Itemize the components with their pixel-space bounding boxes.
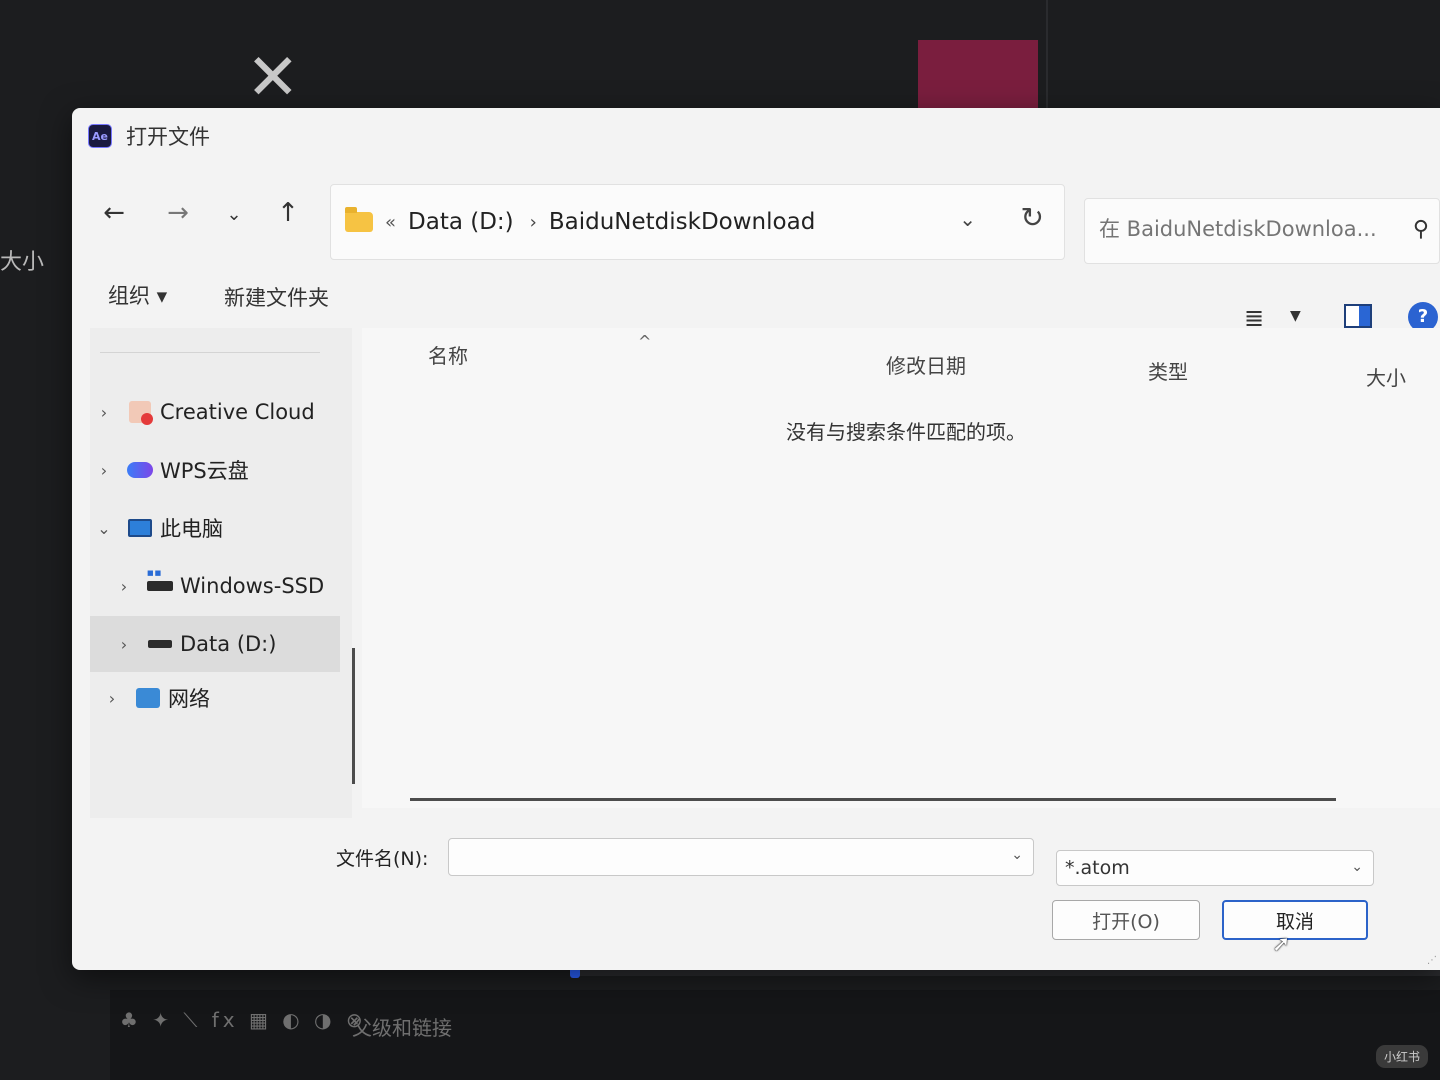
breadcrumb-data-drive[interactable]: Data (D:) xyxy=(408,209,514,235)
sort-ascending-icon: ^ xyxy=(638,332,652,351)
column-header-date[interactable]: 修改日期 xyxy=(886,350,966,379)
search-icon[interactable]: ⚲ xyxy=(1413,217,1429,242)
sidebar-item-windows-ssd[interactable]: › Windows-SSD xyxy=(90,558,340,614)
network-icon xyxy=(134,686,162,710)
drive-icon xyxy=(146,632,174,656)
view-caret-icon[interactable]: ▼ xyxy=(1290,308,1301,324)
sidebar-item-label: 网络 xyxy=(168,687,210,711)
filename-input[interactable] xyxy=(459,845,999,869)
after-effects-icon: Ae xyxy=(88,124,112,148)
empty-results-message: 没有与搜索条件匹配的项。 xyxy=(786,420,1026,444)
bg-close-icon[interactable]: ✕ xyxy=(246,46,300,110)
chevron-right-icon[interactable]: › xyxy=(110,635,138,654)
sidebar-item-this-pc[interactable]: ⌄ 此电脑 xyxy=(90,500,340,556)
sidebar-divider xyxy=(100,352,320,353)
sidebar-item-label: 此电脑 xyxy=(160,517,223,541)
sidebar-item-label: Data (D:) xyxy=(180,632,277,656)
watermark: 小红书 xyxy=(1375,1045,1428,1068)
bg-divider xyxy=(1046,0,1048,120)
breadcrumb-separator-icon[interactable]: › xyxy=(530,212,537,233)
search-box[interactable]: ⚲ xyxy=(1084,198,1440,264)
address-bar[interactable]: « Data (D:) › BaiduNetdiskDownload ⌄ ↻ xyxy=(330,184,1065,260)
drive-icon xyxy=(146,569,174,598)
filetype-select[interactable]: *.atom ⌄ xyxy=(1056,850,1374,886)
cloud-icon xyxy=(126,458,154,482)
sidebar-item-label: Creative Cloud xyxy=(160,400,315,424)
recent-locations-button[interactable]: ⌄ xyxy=(214,204,254,225)
creative-cloud-icon xyxy=(126,400,154,425)
navigation-bar: ← → ⌄ ↑ « Data (D:) › BaiduNetdiskDownlo… xyxy=(72,180,1440,264)
chevron-right-icon[interactable]: › xyxy=(90,461,118,480)
sidebar-item-network[interactable]: › 网络 xyxy=(90,670,340,726)
mouse-cursor-icon: ➚ xyxy=(1272,932,1291,957)
chevron-right-icon[interactable]: › xyxy=(98,689,126,708)
resize-grip-icon[interactable]: ⋰ xyxy=(1427,955,1437,966)
open-file-dialog: Ae 打开文件 ← → ⌄ ↑ « Data (D:) › BaiduNetdi… xyxy=(72,108,1440,970)
column-header-size[interactable]: 大小 xyxy=(1366,362,1406,391)
folder-icon xyxy=(345,207,373,232)
search-input[interactable] xyxy=(1099,217,1389,241)
sidebar-item-label: Windows-SSD xyxy=(180,574,325,598)
chevron-down-icon[interactable]: ⌄ xyxy=(1351,859,1363,875)
back-button[interactable]: ← xyxy=(94,198,134,228)
new-folder-button[interactable]: 新建文件夹 xyxy=(224,282,329,312)
chevron-down-icon[interactable]: ⌄ xyxy=(90,519,118,538)
chevron-right-icon[interactable]: › xyxy=(90,403,118,422)
sidebar-item-creative-cloud[interactable]: › Creative Cloud xyxy=(90,384,340,440)
refresh-icon[interactable]: ↻ xyxy=(1021,201,1044,234)
cancel-button[interactable]: 取消 xyxy=(1222,900,1368,940)
sidebar-item-label: WPS云盘 xyxy=(160,459,249,483)
command-toolbar: 组织 ▾ 新建文件夹 ≣ ▼ ? xyxy=(72,268,1440,332)
filename-label: 文件名(N): xyxy=(336,848,429,870)
dialog-titlebar: Ae 打开文件 xyxy=(72,108,1440,164)
horizontal-scrollbar[interactable] xyxy=(410,798,1336,801)
address-dropdown-icon[interactable]: ⌄ xyxy=(959,207,976,231)
bg-parent-link-label: 父级和链接 xyxy=(352,1016,452,1040)
organize-button[interactable]: 组织 ▾ xyxy=(108,280,167,310)
bg-size-label: 大小 xyxy=(0,250,45,275)
sidebar-scrollbar[interactable] xyxy=(352,648,355,784)
sidebar-item-data-drive[interactable]: › Data (D:) xyxy=(90,616,340,672)
chevron-down-icon[interactable]: ⌄ xyxy=(1011,847,1023,863)
up-button[interactable]: ↑ xyxy=(268,198,308,228)
sidebar-item-wps-cloud[interactable]: › WPS云盘 xyxy=(90,442,340,498)
column-header-type[interactable]: 类型 xyxy=(1148,356,1188,385)
bg-bottom-panel xyxy=(110,990,1440,1080)
navigation-pane: › Creative Cloud › WPS云盘 ⌄ 此电脑 › Windows… xyxy=(90,328,352,818)
breadcrumb-overflow[interactable]: « xyxy=(385,212,396,233)
forward-button[interactable]: → xyxy=(158,198,198,228)
filetype-value: *.atom xyxy=(1065,857,1130,879)
filename-combobox[interactable]: ⌄ xyxy=(448,838,1034,876)
column-header-name[interactable]: 名称 xyxy=(428,340,468,369)
bg-layer-switches-icons: ♣ ✦ ⟍ fx ▦ ◐ ◑ ⊗ xyxy=(120,1008,367,1032)
computer-icon xyxy=(126,516,154,540)
file-list: 名称 ^ 修改日期 类型 大小 没有与搜索条件匹配的项。 xyxy=(362,328,1440,808)
chevron-right-icon[interactable]: › xyxy=(110,577,138,596)
dialog-title: 打开文件 xyxy=(126,125,210,149)
open-button[interactable]: 打开(O) xyxy=(1052,900,1200,940)
breadcrumb-baidunetdisk[interactable]: BaiduNetdiskDownload xyxy=(549,209,815,235)
preview-pane-icon[interactable] xyxy=(1344,304,1372,328)
